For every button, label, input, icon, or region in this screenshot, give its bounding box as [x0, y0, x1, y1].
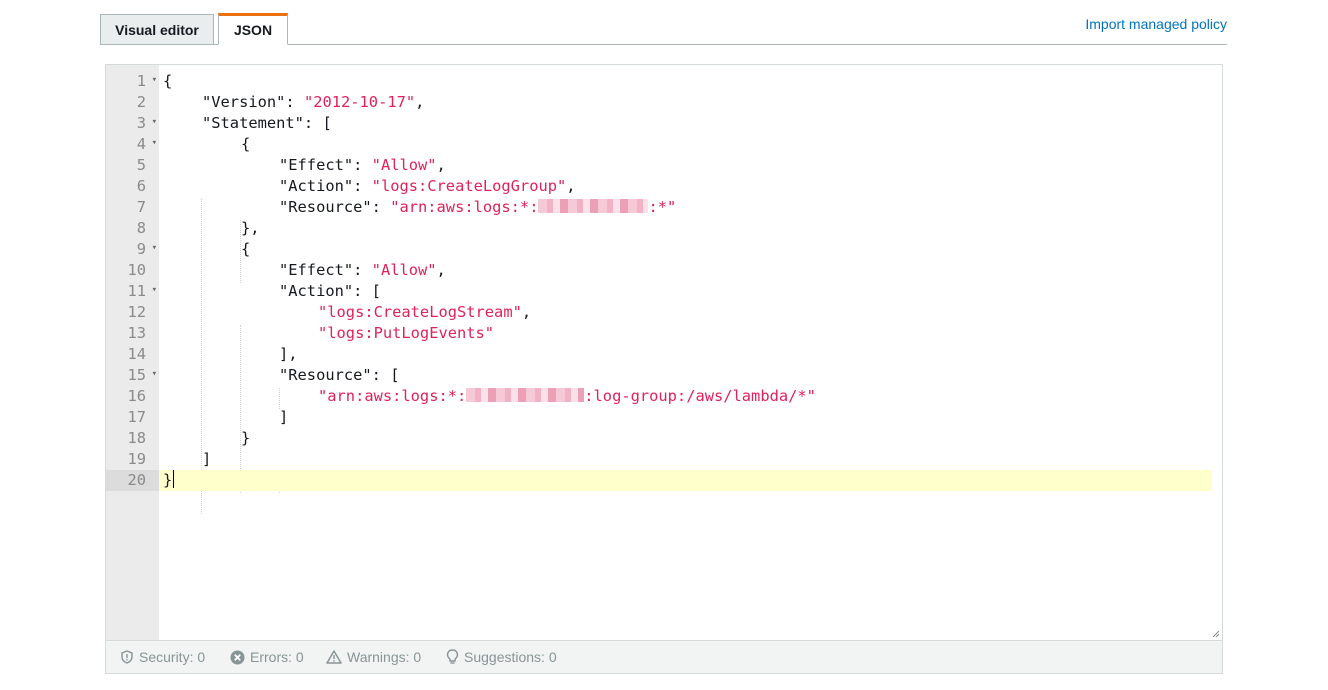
code-line-8: }, [241, 219, 260, 237]
line-number: 2 [106, 92, 159, 113]
code-line-16: "arn:aws:logs:*::log-group:/aws/lambda/*… [318, 387, 816, 405]
line-number: 16 [106, 386, 159, 407]
lightbulb-icon [446, 649, 459, 664]
code-line-13: "logs:PutLogEvents" [318, 324, 495, 342]
line-number-label: 16 [127, 387, 146, 405]
redacted-account-id [538, 199, 649, 213]
line-number-label: 2 [136, 93, 146, 111]
code-line-6: "Action": "logs:CreateLogGroup", [279, 177, 576, 195]
line-number: 13 [106, 323, 159, 344]
code-line-1: { [163, 72, 173, 90]
line-number-label: 9 [136, 240, 146, 258]
fold-arrow-icon[interactable]: ▾ [152, 70, 157, 91]
json-policy-editor[interactable]: 1 ▾ 2 3 ▾ 4 ▾ 5 6 7 8 9 ▾ 10 11 ▾ 12 13 14 15 ▾ 16 17 18 19 20 { … [105, 64, 1223, 641]
warnings-label: Warnings: 0 [347, 649, 422, 665]
line-number-label: 10 [127, 261, 146, 279]
line-number-label: 19 [127, 450, 146, 468]
code-area[interactable]: { "Version": "2012-10-17", "Statement": … [159, 65, 1222, 640]
code-line-10: "Effect": "Allow", [279, 261, 446, 279]
line-number-label: 15 [127, 366, 146, 384]
line-number-gutter: 1 ▾ 2 3 ▾ 4 ▾ 5 6 7 8 9 ▾ 10 11 ▾ 12 13 14 15 ▾ 16 17 18 19 20 [106, 65, 159, 640]
tab-visual-editor[interactable]: Visual editor [100, 14, 214, 44]
suggestions-label: Suggestions: 0 [464, 649, 557, 665]
line-number: 19 [106, 449, 159, 470]
line-number-label: 4 [136, 135, 146, 153]
validation-status-bar: Security: 0 Errors: 0 Warnings: 0 Sugges… [105, 641, 1223, 674]
resize-handle-icon[interactable] [1212, 630, 1220, 638]
line-number-label: 5 [136, 156, 146, 174]
line-number: 1 ▾ [106, 71, 159, 92]
line-number-label: 3 [136, 114, 146, 132]
fold-arrow-icon[interactable]: ▾ [152, 112, 157, 133]
line-number-label: 11 [127, 282, 146, 300]
errors-count[interactable]: Errors: 0 [230, 649, 304, 665]
line-number: 8 [106, 218, 159, 239]
line-number: 14 [106, 344, 159, 365]
line-number: 10 [106, 260, 159, 281]
redacted-account-id [466, 388, 585, 402]
line-number: 4 ▾ [106, 134, 159, 155]
line-number: 5 [106, 155, 159, 176]
line-number-label: 8 [136, 219, 146, 237]
code-line-12: "logs:CreateLogStream", [318, 303, 532, 321]
tab-json[interactable]: JSON [218, 13, 288, 45]
code-line-15: "Resource": [ [279, 366, 400, 384]
security-count[interactable]: Security: 0 [120, 649, 205, 665]
line-number-label: 7 [136, 198, 146, 216]
code-line-3: "Statement": [ [202, 114, 332, 132]
line-number-label: 20 [127, 471, 146, 489]
code-line-2: "Version": "2012-10-17", [202, 93, 425, 111]
line-number: 15 ▾ [106, 365, 159, 386]
line-number-label: 6 [136, 177, 146, 195]
warning-icon [326, 650, 342, 664]
import-managed-policy-link[interactable]: Import managed policy [1085, 16, 1227, 32]
code-line-18: } [241, 429, 251, 447]
line-number: 11 ▾ [106, 281, 159, 302]
line-number-label: 18 [127, 429, 146, 447]
text-cursor [173, 470, 175, 488]
warnings-count[interactable]: Warnings: 0 [326, 649, 421, 665]
fold-arrow-icon[interactable]: ▾ [152, 280, 157, 301]
security-label: Security: 0 [139, 649, 206, 665]
line-number: 9 ▾ [106, 239, 159, 260]
line-number-label: 13 [127, 324, 146, 342]
fold-arrow-icon[interactable]: ▾ [152, 133, 157, 154]
line-number: 20 [106, 470, 159, 491]
error-icon [230, 650, 245, 664]
fold-arrow-icon[interactable]: ▾ [152, 364, 157, 385]
line-number: 6 [106, 176, 159, 197]
shield-icon [121, 650, 133, 664]
code-line-11: "Action": [ [279, 282, 381, 300]
fold-arrow-icon[interactable]: ▾ [152, 238, 157, 259]
code-line-4: { [241, 135, 251, 153]
suggestions-count[interactable]: Suggestions: 0 [446, 649, 557, 665]
editor-tabs: Visual editor JSON [100, 13, 1227, 45]
code-line-20: } [159, 470, 1212, 491]
line-number: 17 [106, 407, 159, 428]
line-number: 3 ▾ [106, 113, 159, 134]
line-number: 18 [106, 428, 159, 449]
code-line-7: "Resource": "arn:aws:logs:*::*" [279, 198, 677, 216]
line-number-label: 12 [127, 303, 146, 321]
code-line-19: ] [202, 450, 212, 468]
code-line-9: { [241, 240, 251, 258]
code-line-14: ], [279, 345, 298, 363]
line-number: 7 [106, 197, 159, 218]
line-number-label: 17 [127, 408, 146, 426]
code-line-17: ] [279, 408, 289, 426]
code-line-5: "Effect": "Allow", [279, 156, 446, 174]
errors-label: Errors: 0 [250, 649, 304, 665]
line-number-label: 14 [127, 345, 146, 363]
line-number: 12 [106, 302, 159, 323]
line-number-label: 1 [136, 72, 146, 90]
